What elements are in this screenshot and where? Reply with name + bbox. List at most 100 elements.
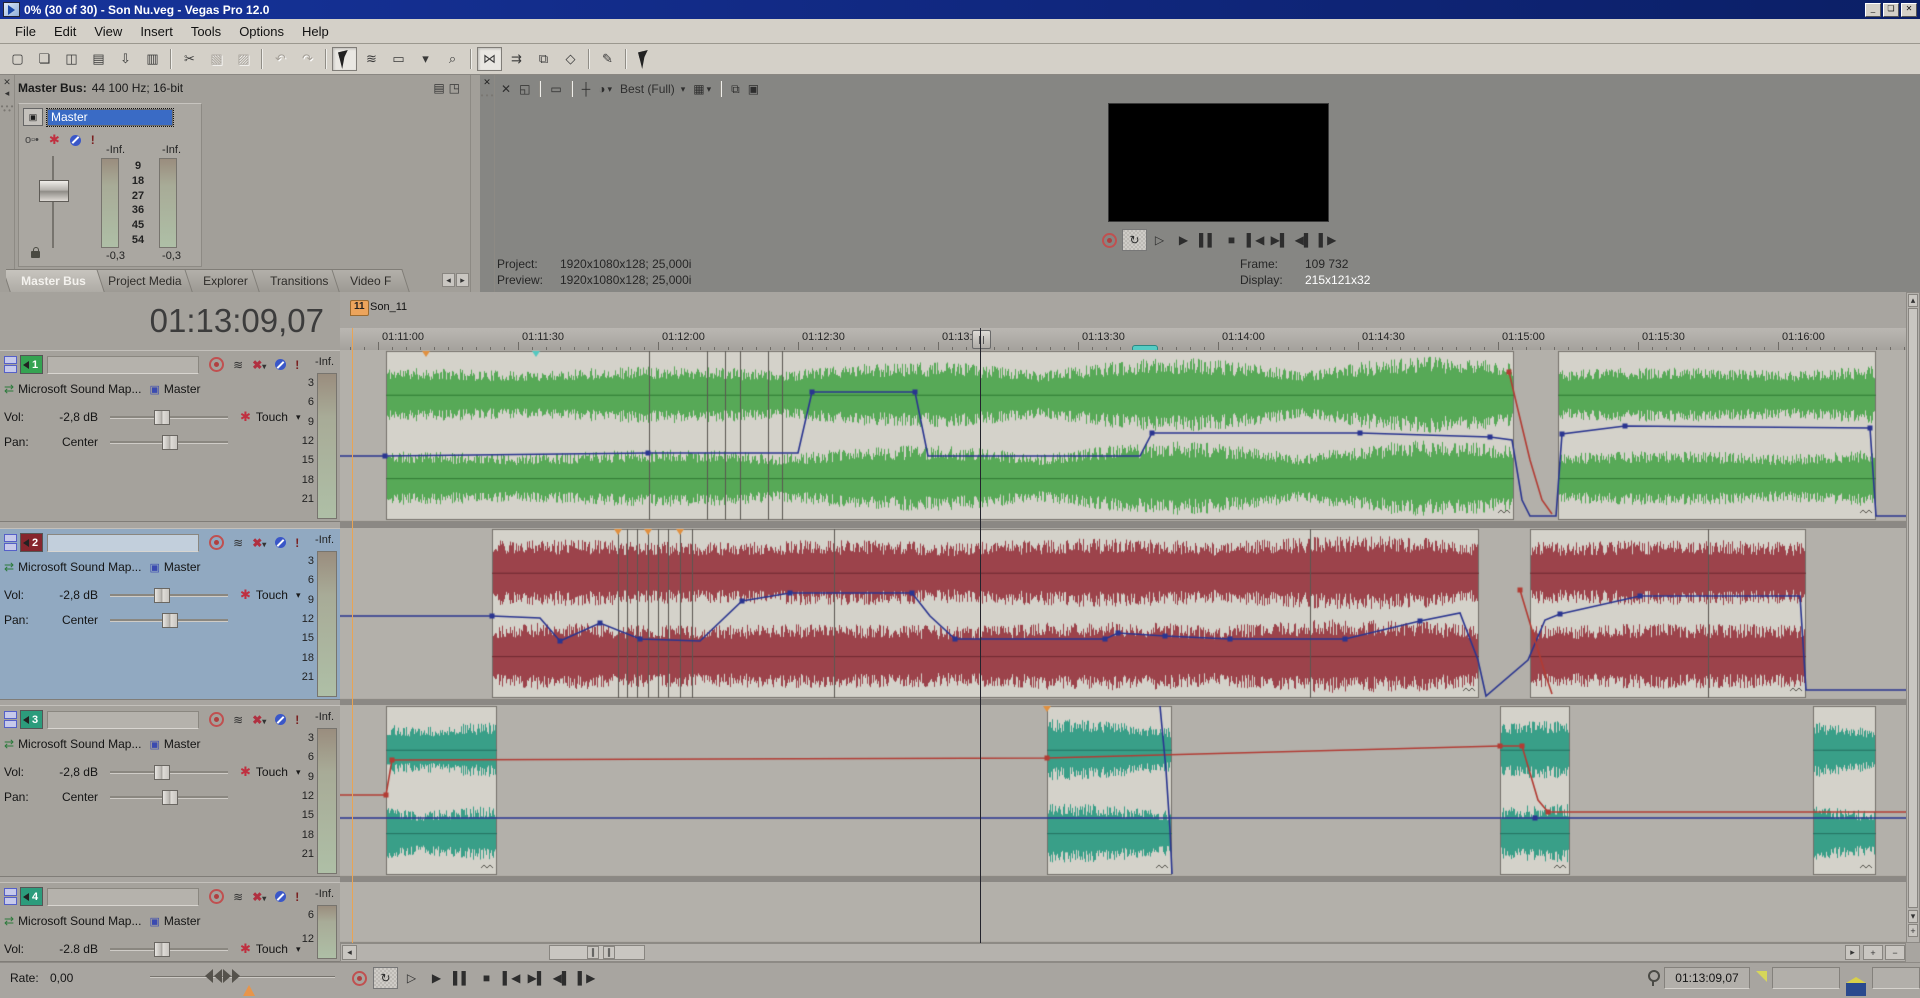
automation-mode-icon[interactable]: ✱ [240,409,251,425]
envelope-edit-tool-button[interactable]: ≋ [359,47,384,71]
save-button[interactable]: ◫ [59,47,84,71]
normal-edit-tool-button[interactable] [332,47,357,71]
track-input-icon[interactable]: ⇄ [4,914,14,928]
h-scroll-right-arrow[interactable]: ▸ [1845,945,1860,960]
edit-details-button[interactable]: ▥ [140,47,165,71]
bus-assign-icon[interactable]: ▣ [149,738,159,751]
pan-slider-thumb[interactable] [162,613,178,628]
pause-button[interactable]: ▌▌ [450,968,473,988]
master-lock-icon[interactable] [31,251,40,258]
tab-scroll-left[interactable]: ◂ [442,273,455,287]
selection-end-box[interactable] [1872,967,1920,989]
mute-button[interactable]: ✖▾ [252,358,266,372]
solo-button[interactable] [275,359,286,370]
zoom-out-button[interactable]: − [1885,945,1905,960]
minimize-button[interactable]: _ [1865,3,1881,17]
automation-mode[interactable]: Touch [256,942,288,956]
track-lane-1[interactable] [340,350,1906,522]
record-arm-button[interactable] [209,889,224,904]
menu-insert[interactable]: Insert [131,21,182,42]
track-name-field[interactable] [47,356,199,374]
save-snapshot-button[interactable]: ▣ [745,79,762,99]
mute-icon[interactable] [70,135,81,146]
h-scrollbar[interactable]: ◂∥∥▸+− [340,943,1906,962]
volume-slider[interactable] [110,948,228,951]
preview-play-button[interactable]: ▶ [1172,230,1195,250]
play-from-start-button[interactable]: ▷ [400,968,423,988]
record-arm-button[interactable] [209,712,224,727]
preview-loop-playback-button[interactable]: ↻ [1122,229,1147,251]
track-number-chip[interactable]: 3 [20,710,43,729]
v-scroll-up-arrow[interactable]: ▴ [1908,294,1918,307]
track-header-3[interactable]: 3≋✖▾!-Inf.⇄Microsoft Sound Map...▣Master… [0,705,340,877]
menu-options[interactable]: Options [230,21,293,42]
volume-slider[interactable] [110,416,228,419]
track-header-4[interactable]: 4≋✖▾!-Inf.⇄Microsoft Sound Map...▣Master… [0,882,340,962]
copy-snapshot-button[interactable]: ⧉ [728,79,743,99]
undock-preview-button[interactable]: ◱ [516,79,533,99]
rate-shuttle-control[interactable] [205,969,240,983]
v-scrollbar[interactable]: ▴▾+ [1906,292,1920,943]
preview-quality-dropdown[interactable]: Best (Full)▾ [617,79,688,99]
track-header-1[interactable]: 1≋✖▾!-Inf.⇄Microsoft Sound Map...▣Master… [0,350,340,522]
close-button[interactable]: ✕ [1901,3,1917,17]
mute-button[interactable]: ✖▾ [252,536,266,550]
lock-envelopes-button[interactable]: ⧉ [531,47,556,71]
v-scroll-down-arrow[interactable]: ▾ [1908,910,1918,923]
redo-button[interactable]: ↷ [295,47,320,71]
preview-previous-frame-button[interactable]: ◀▌ [1292,230,1315,250]
menu-help[interactable]: Help [293,21,338,42]
preview-record-button[interactable] [1098,230,1121,250]
volume-slider-thumb[interactable] [154,765,170,780]
pan-slider-thumb[interactable] [162,435,178,450]
track-lane-4[interactable] [340,882,1906,943]
time-display[interactable]: 01:13:09,07 [0,292,340,350]
rate-slider-rail[interactable] [150,976,335,978]
project-properties-button[interactable]: ▤ [86,47,111,71]
mute-button[interactable]: ✖▾ [252,890,266,904]
bus-assign-icon[interactable]: ▣ [149,383,159,396]
dropdown-arrow-icon[interactable]: ▾ [296,944,301,955]
master-fader-thumb[interactable] [39,180,69,202]
bus-assign-icon[interactable]: ▣ [149,915,159,928]
track-name-field[interactable] [47,711,199,729]
mute-button[interactable]: ✖▾ [252,713,266,727]
track-fx-button[interactable]: ≋ [233,713,243,727]
volume-slider[interactable] [110,771,228,774]
restore-track-icon[interactable] [4,365,17,373]
record-arm-button[interactable] [209,357,224,372]
zoom-in-button[interactable]: + [1863,945,1883,960]
solo-button[interactable] [275,891,286,902]
next-frame-button[interactable]: ▌▶ [575,968,598,988]
preview-stop-button[interactable]: ■ [1220,230,1243,250]
auto-crossfade-button[interactable]: ⋈ [477,47,502,71]
playback-cursor[interactable] [980,328,981,943]
title-bar[interactable]: 0% (30 of 30) - Son Nu.veg - Vegas Pro 1… [0,0,1920,19]
restore-button[interactable]: ❏ [1883,3,1899,17]
v-scroll-thumb[interactable] [1908,308,1918,908]
play-button[interactable]: ▶ [425,968,448,988]
minimize-track-icon[interactable] [4,356,17,364]
preview-pause-button[interactable]: ▌▌ [1196,230,1219,250]
automation-mode[interactable]: Touch [256,588,288,602]
bus-properties-icon[interactable]: ▤ [433,81,444,95]
track-name-field[interactable] [47,888,199,906]
pan-slider[interactable] [110,796,228,799]
external-monitor-button[interactable]: ▭ [547,79,564,99]
track-size-buttons[interactable] [4,534,17,552]
video-output-fx-button[interactable]: ┼ [579,79,594,99]
selection-edit-tool-button[interactable]: ▭ [386,47,411,71]
preview-go-to-start-button[interactable]: ▌◀ [1244,230,1267,250]
marker-flag[interactable]: 11 [350,300,369,316]
timeline-cursor-handle[interactable] [972,330,991,349]
bus-view-icon[interactable]: ◳ [449,81,460,95]
ripple-edits-button[interactable]: ⇉ [504,47,529,71]
automation-mode-icon[interactable]: ✱ [240,941,251,957]
restore-track-icon[interactable] [4,720,17,728]
pan-slider[interactable] [110,619,228,622]
volume-slider[interactable] [110,594,228,597]
restore-track-icon[interactable] [4,543,17,551]
track-input-icon[interactable]: ⇄ [4,382,14,396]
track-number-chip[interactable]: 1 [20,355,43,374]
track-size-buttons[interactable] [4,356,17,374]
